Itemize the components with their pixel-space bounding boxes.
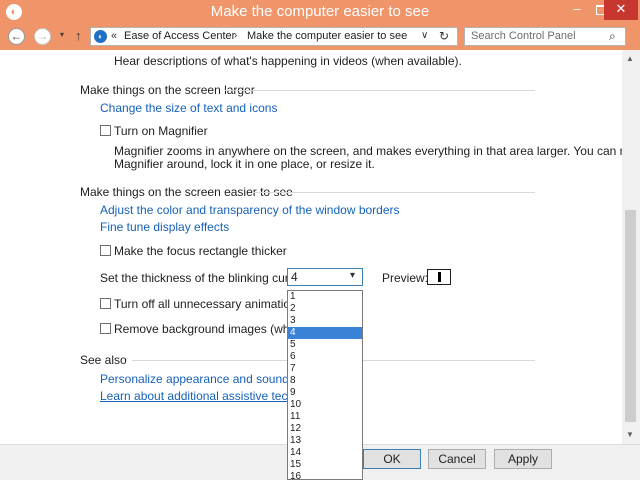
cursor-thickness-value: 4 bbox=[291, 270, 298, 284]
magnifier-label[interactable]: Turn on Magnifier bbox=[114, 124, 208, 138]
dropdown-option[interactable]: 5 bbox=[288, 339, 362, 351]
cursor-thickness-select[interactable]: 4 ▾ bbox=[287, 268, 363, 286]
dropdown-option[interactable]: 11 bbox=[288, 411, 362, 423]
cursor-preview bbox=[427, 269, 451, 285]
back-button[interactable]: ← bbox=[8, 28, 25, 45]
dropdown-option[interactable]: 15 bbox=[288, 459, 362, 471]
close-button[interactable]: ✕ bbox=[604, 0, 638, 20]
address-bar[interactable]: ◐ « Ease of Access Center › Make the com… bbox=[90, 27, 458, 46]
dropdown-option[interactable]: 7 bbox=[288, 363, 362, 375]
ok-button[interactable]: OK bbox=[363, 449, 421, 469]
focus-rectangle-checkbox[interactable] bbox=[100, 245, 111, 256]
dropdown-option[interactable]: 2 bbox=[288, 303, 362, 315]
scroll-down-icon[interactable]: ▼ bbox=[626, 430, 634, 439]
search-placeholder: Search Control Panel bbox=[471, 30, 576, 42]
dropdown-option[interactable]: 1 bbox=[288, 291, 362, 303]
address-overflow-chevron[interactable]: « bbox=[111, 30, 117, 42]
dropdown-option[interactable]: 13 bbox=[288, 435, 362, 447]
animations-checkbox[interactable] bbox=[100, 298, 111, 309]
magnifier-checkbox[interactable] bbox=[100, 125, 111, 136]
change-text-size-link[interactable]: Change the size of text and icons bbox=[100, 101, 277, 115]
magnifier-description: Magnifier zooms in anywhere on the scree… bbox=[114, 144, 640, 158]
search-input[interactable]: Search Control Panel ⌕ bbox=[464, 27, 626, 46]
cursor-thickness-label: Set the thickness of the blinking cursor… bbox=[100, 271, 309, 285]
recent-pages-button[interactable]: ▾ bbox=[60, 30, 64, 39]
refresh-icon[interactable]: ↻ bbox=[439, 29, 449, 43]
breadcrumb-separator-icon[interactable]: › bbox=[234, 30, 237, 41]
up-button[interactable]: ↑ bbox=[75, 28, 82, 43]
dropdown-option[interactable]: 16 bbox=[288, 471, 362, 479]
dropdown-option[interactable]: 12 bbox=[288, 423, 362, 435]
apply-button[interactable]: Apply bbox=[494, 449, 552, 469]
scroll-up-icon[interactable]: ▲ bbox=[626, 54, 634, 63]
cursor-caret-icon bbox=[438, 272, 441, 282]
window-title: Make the computer easier to see bbox=[210, 3, 430, 20]
minimize-button[interactable]: – bbox=[564, 0, 590, 20]
vertical-scrollbar[interactable]: ▲ ▼ bbox=[622, 50, 640, 444]
dropdown-option[interactable]: 9 bbox=[288, 387, 362, 399]
section-divider bbox=[225, 90, 535, 91]
breadcrumb-current-page[interactable]: Make the computer easier to see bbox=[247, 30, 407, 42]
display-effects-link[interactable]: Fine tune display effects bbox=[100, 220, 229, 234]
preview-label: Preview: bbox=[382, 271, 429, 285]
search-icon[interactable]: ⌕ bbox=[609, 29, 616, 44]
dropdown-option[interactable]: 10 bbox=[288, 399, 362, 411]
dropdown-option[interactable]: 6 bbox=[288, 351, 362, 363]
navigation-bar: ← → ▾ ↑ ◐ « Ease of Access Center › Make… bbox=[0, 24, 640, 50]
section-divider bbox=[252, 192, 535, 193]
magnifier-description-line2: Magnifier around, lock it in one place, … bbox=[114, 157, 375, 171]
audio-description-text: Hear descriptions of what's happening in… bbox=[114, 54, 462, 68]
scroll-thumb[interactable] bbox=[625, 210, 636, 422]
dropdown-option[interactable]: 3 bbox=[288, 315, 362, 327]
forward-button[interactable]: → bbox=[34, 28, 51, 45]
background-images-checkbox[interactable] bbox=[100, 323, 111, 334]
control-panel-icon: ◐ bbox=[94, 30, 107, 43]
chevron-down-icon: ▾ bbox=[350, 270, 356, 281]
dropdown-option[interactable]: 14 bbox=[288, 447, 362, 459]
title-bar: ◐ Make the computer easier to see – ✕ bbox=[0, 0, 640, 24]
cancel-button[interactable]: Cancel bbox=[428, 449, 486, 469]
focus-rectangle-label[interactable]: Make the focus rectangle thicker bbox=[114, 244, 287, 258]
breadcrumb-ease-of-access[interactable]: Ease of Access Center bbox=[124, 30, 235, 42]
section-heading-see-also: See also bbox=[80, 353, 127, 367]
window-borders-link[interactable]: Adjust the color and transparency of the… bbox=[100, 203, 400, 217]
dropdown-option[interactable]: 8 bbox=[288, 375, 362, 387]
address-dropdown-icon[interactable]: ∨ bbox=[421, 30, 428, 41]
dropdown-option[interactable]: 4 bbox=[288, 327, 362, 339]
cursor-thickness-dropdown-list[interactable]: 1 2 3 4 5 6 7 8 9 10 11 12 13 14 15 16 bbox=[287, 290, 363, 480]
